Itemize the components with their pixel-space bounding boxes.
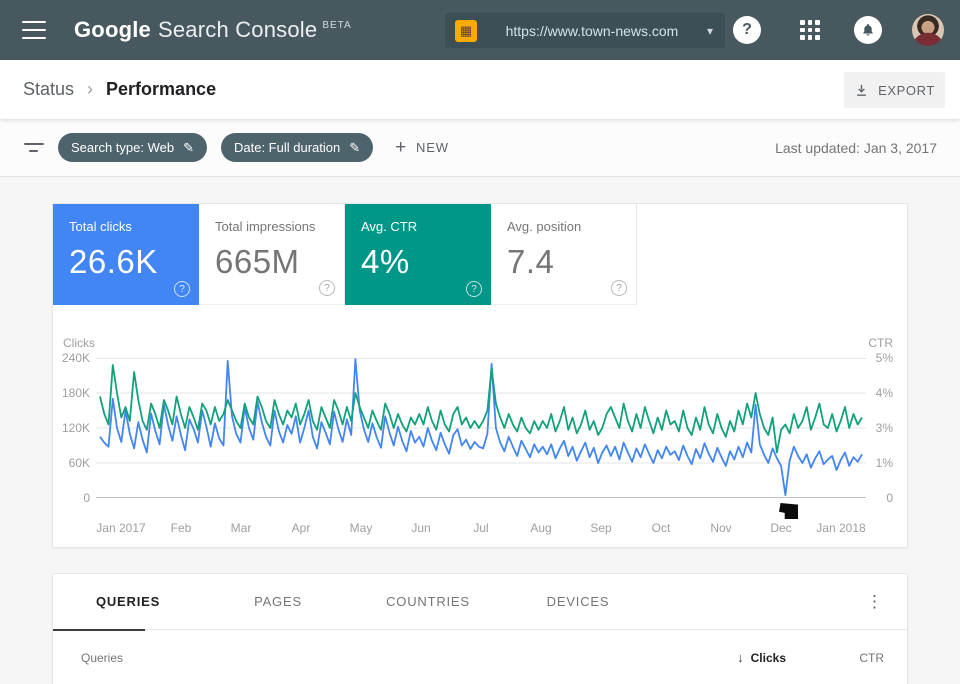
- export-button[interactable]: EXPORT: [844, 72, 945, 108]
- help-circle-icon[interactable]: ?: [466, 281, 482, 297]
- more-options-icon[interactable]: ⋮: [860, 574, 889, 630]
- bell-icon: [863, 24, 873, 36]
- app-logo: Google Search Console BETA: [74, 17, 352, 43]
- column-header-clicks[interactable]: ↓ Clicks: [737, 650, 786, 665]
- last-updated-text: Last updated: Jan 3, 2017: [775, 139, 937, 156]
- help-icon: ?: [742, 21, 752, 38]
- top-app-bar: Google Search Console BETA ▦ https://www…: [0, 0, 960, 60]
- left-tick: 240K: [61, 351, 90, 365]
- filter-icon[interactable]: [24, 142, 44, 154]
- series-clicks: [99, 358, 863, 497]
- breadcrumb-bar: Status › Performance EXPORT: [0, 60, 960, 119]
- metric-tiles: Total clicks 26.6K ? Total impressions 6…: [53, 204, 907, 305]
- help-circle-icon[interactable]: ?: [174, 281, 190, 297]
- tab-devices[interactable]: DEVICES: [503, 574, 653, 630]
- metric-label: Avg. CTR: [361, 219, 418, 234]
- x-tick: Jan 2018: [816, 521, 866, 535]
- menu-icon[interactable]: [22, 21, 46, 39]
- main-content: Total clicks 26.6K ? Total impressions 6…: [0, 177, 960, 684]
- page-title: Performance: [106, 79, 217, 99]
- search-type-chip[interactable]: Search type: Web ✎: [58, 133, 207, 162]
- property-selector[interactable]: ▦ https://www.town-news.com ▾: [445, 13, 725, 48]
- left-tick: 120K: [61, 421, 90, 435]
- metric-value: 4%: [361, 243, 410, 280]
- tab-pages[interactable]: PAGES: [203, 574, 353, 630]
- sort-descending-icon: ↓: [737, 650, 744, 665]
- search-type-chip-label: Search type: Web: [71, 140, 175, 155]
- breadcrumb-chevron-icon: ›: [87, 79, 94, 99]
- timeseries-chart: Clicks CTR 240K 180K 120K 60K 0 5% 4% 3% 1% 0 Ja…: [53, 305, 907, 548]
- property-building-icon: ▦: [455, 19, 477, 42]
- help-circle-icon[interactable]: ?: [319, 280, 335, 296]
- apps-grid-icon[interactable]: [800, 20, 820, 40]
- breadcrumb-status[interactable]: Status: [23, 79, 74, 100]
- metric-tile-avg-position[interactable]: Avg. position 7.4 ?: [491, 204, 637, 305]
- topbar-actions: ?: [733, 0, 944, 60]
- left-axis-title: Clicks: [63, 336, 95, 350]
- tab-countries[interactable]: COUNTRIES: [353, 574, 503, 630]
- edit-icon: ✎: [183, 139, 194, 155]
- date-range-chip[interactable]: Date: Full duration ✎: [221, 133, 374, 162]
- date-range-chip-label: Date: Full duration: [234, 140, 341, 155]
- left-tick: 180K: [61, 386, 90, 400]
- metric-label: Total impressions: [215, 219, 316, 234]
- metric-tile-total-impressions[interactable]: Total impressions 665M ?: [199, 204, 345, 305]
- dimension-tabs: QUERIES PAGES COUNTRIES DEVICES ⋮: [53, 574, 907, 631]
- plus-icon: +: [395, 136, 408, 158]
- metric-label: Avg. position: [507, 219, 582, 234]
- metric-label: Total clicks: [69, 219, 132, 234]
- edit-icon: ✎: [349, 139, 361, 155]
- metric-value: 665M: [215, 243, 300, 280]
- beta-badge: BETA: [322, 20, 352, 31]
- mouse-cursor: [779, 503, 798, 519]
- new-filter-button[interactable]: + NEW: [395, 137, 449, 159]
- new-filter-label: NEW: [416, 140, 449, 155]
- left-tick: 60K: [68, 456, 90, 470]
- clicks-header-label: Clicks: [750, 650, 786, 665]
- metric-value: 26.6K: [69, 243, 158, 280]
- column-header-queries[interactable]: Queries: [81, 651, 123, 665]
- property-url: https://www.town-news.com: [505, 22, 679, 39]
- metric-value: 7.4: [507, 243, 555, 280]
- series-ctr: [99, 364, 863, 454]
- column-header-ctr[interactable]: CTR: [786, 651, 884, 665]
- user-avatar[interactable]: [912, 14, 944, 46]
- help-button[interactable]: ?: [733, 16, 761, 44]
- left-tick: 0: [83, 491, 90, 505]
- logo-product: Search Console: [157, 17, 318, 42]
- dimensions-table-panel: QUERIES PAGES COUNTRIES DEVICES ⋮ Querie…: [52, 573, 908, 684]
- filter-bar: Search type: Web ✎ Date: Full duration ✎…: [0, 119, 960, 177]
- metric-tile-avg-ctr[interactable]: Avg. CTR 4% ?: [345, 204, 491, 305]
- chevron-down-icon: ▾: [706, 23, 713, 38]
- help-circle-icon[interactable]: ?: [611, 280, 627, 296]
- notifications-button[interactable]: [854, 16, 882, 44]
- chart-svg[interactable]: [96, 358, 866, 499]
- logo-google: Google: [74, 17, 151, 42]
- right-axis-title: CTR: [868, 336, 893, 350]
- download-icon: [857, 84, 866, 96]
- export-label: EXPORT: [878, 82, 935, 98]
- metric-tile-total-clicks[interactable]: Total clicks 26.6K ?: [53, 204, 199, 305]
- table-header-row: Queries ↓ Clicks CTR: [53, 630, 907, 684]
- performance-chart-panel: Total clicks 26.6K ? Total impressions 6…: [52, 203, 908, 548]
- tab-queries[interactable]: QUERIES: [53, 574, 203, 631]
